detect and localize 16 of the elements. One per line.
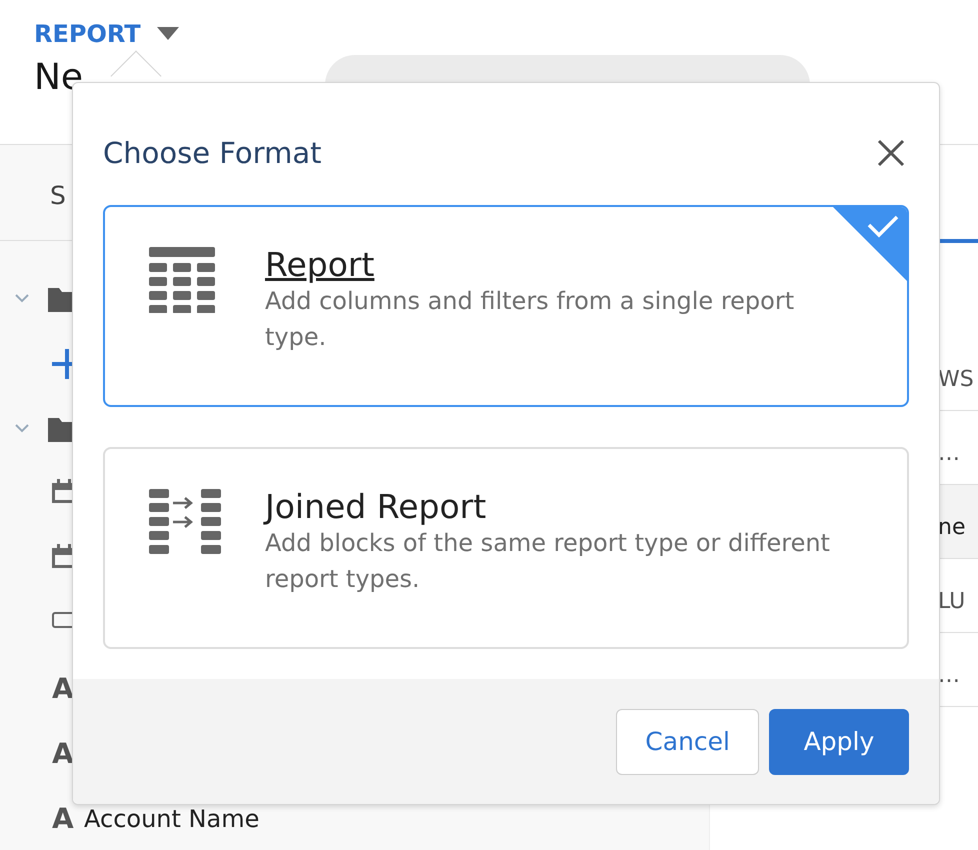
format-option[interactable]: Joined Report Add blocks of the same report type or different report types. bbox=[103, 447, 909, 649]
apply-button[interactable]: Apply bbox=[769, 709, 909, 775]
field-type-icon: A bbox=[52, 798, 76, 840]
field-type-icon: A bbox=[52, 668, 76, 710]
cancel-button[interactable]: Cancel bbox=[616, 709, 759, 775]
join-icon bbox=[149, 489, 221, 555]
format-name: Report bbox=[265, 247, 376, 284]
caret-icon bbox=[156, 27, 179, 41]
field-type-icon: A bbox=[52, 732, 76, 774]
format-option[interactable]: Report Add columns and filters from a single report type. bbox=[103, 205, 909, 407]
dialog-title: Choose Format bbox=[103, 136, 322, 170]
object-type-label[interactable]: REPORT bbox=[34, 16, 141, 52]
selected-check-icon bbox=[833, 207, 907, 281]
active-tab-underline bbox=[940, 239, 978, 243]
format-name: Joined Report bbox=[265, 489, 488, 526]
field-name[interactable]: Account Name bbox=[84, 800, 260, 836]
